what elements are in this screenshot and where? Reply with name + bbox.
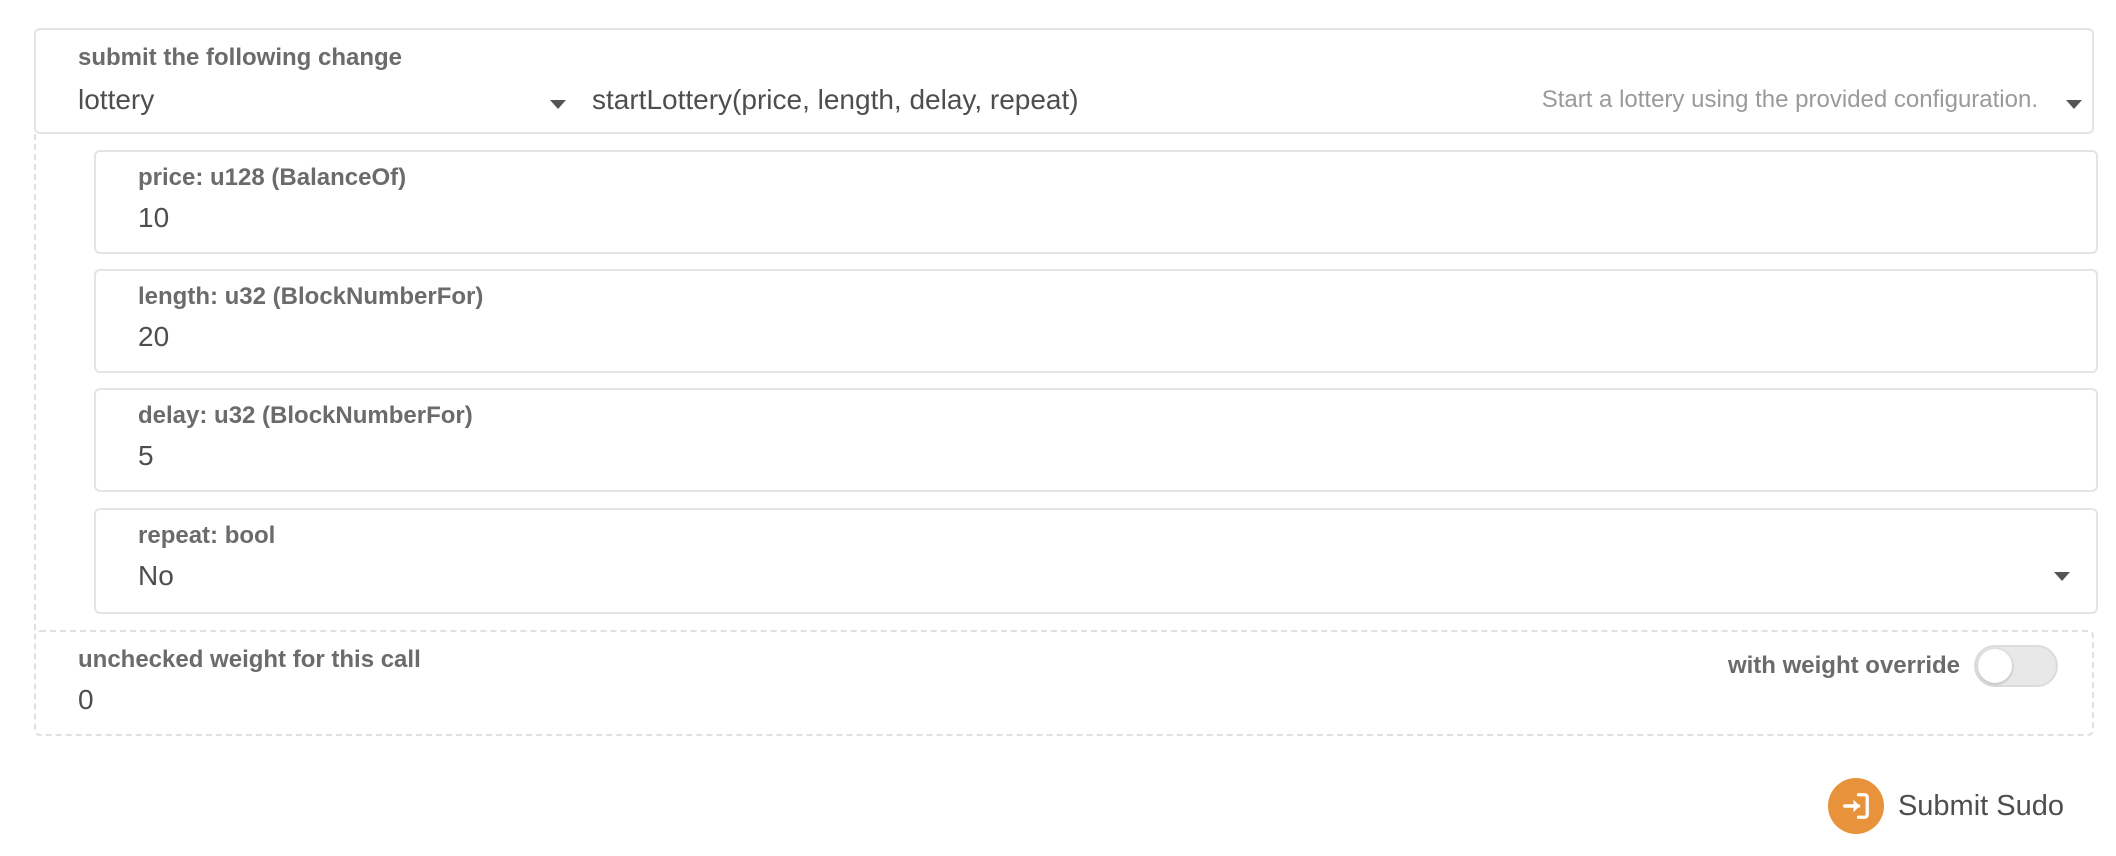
- param-value: No: [138, 560, 174, 591]
- chevron-down-icon: [2066, 100, 2082, 109]
- weight-override: with weight override: [1728, 644, 2058, 688]
- param-length-input[interactable]: length: u32 (BlockNumberFor) 20: [94, 269, 2098, 373]
- param-delay-input[interactable]: delay: u32 (BlockNumberFor) 5: [94, 388, 2098, 492]
- module-value: lottery: [78, 84, 155, 115]
- sign-in-icon: [1827, 778, 1884, 834]
- param-label: price: u128 (BalanceOf): [138, 164, 407, 191]
- param-label: repeat: bool: [138, 522, 276, 549]
- params-group: price: u128 (BalanceOf) 10 length: u32 (…: [34, 134, 2098, 630]
- param-value: 20: [138, 321, 170, 352]
- weight-label: unchecked weight for this call: [78, 646, 421, 673]
- chevron-down-icon: [2054, 572, 2070, 581]
- chevron-down-icon: [550, 100, 566, 109]
- param-value: 5: [138, 440, 154, 471]
- module-dropdown[interactable]: lottery: [78, 82, 566, 122]
- param-price-input[interactable]: price: u128 (BalanceOf) 10: [94, 150, 2098, 254]
- weight-override-toggle[interactable]: [1974, 645, 2058, 687]
- submit-sudo-button[interactable]: Submit Sudo: [1827, 778, 2064, 834]
- param-repeat-dropdown[interactable]: repeat: bool No: [94, 508, 2098, 614]
- param-label: length: u32 (BlockNumberFor): [138, 283, 484, 310]
- method-description: Start a lottery using the provided confi…: [1541, 86, 2038, 113]
- weight-override-label: with weight override: [1727, 652, 1960, 679]
- method-value: startLottery(price, length, delay, repea…: [592, 84, 1079, 115]
- method-dropdown[interactable]: startLottery(price, length, delay, repea…: [592, 82, 2082, 122]
- param-label: delay: u32 (BlockNumberFor): [138, 402, 473, 429]
- param-value: 10: [138, 202, 170, 233]
- call-selector: submit the following change lottery star…: [34, 28, 2094, 134]
- submit-label: Submit Sudo: [1897, 789, 2064, 822]
- weight-box: unchecked weight for this call 0 with we…: [34, 630, 2094, 736]
- sudo-page: submit the following change lottery star…: [0, 0, 2116, 856]
- call-label: submit the following change: [78, 44, 402, 71]
- weight-value: 0: [78, 684, 94, 715]
- toggle-knob: [1978, 649, 2012, 683]
